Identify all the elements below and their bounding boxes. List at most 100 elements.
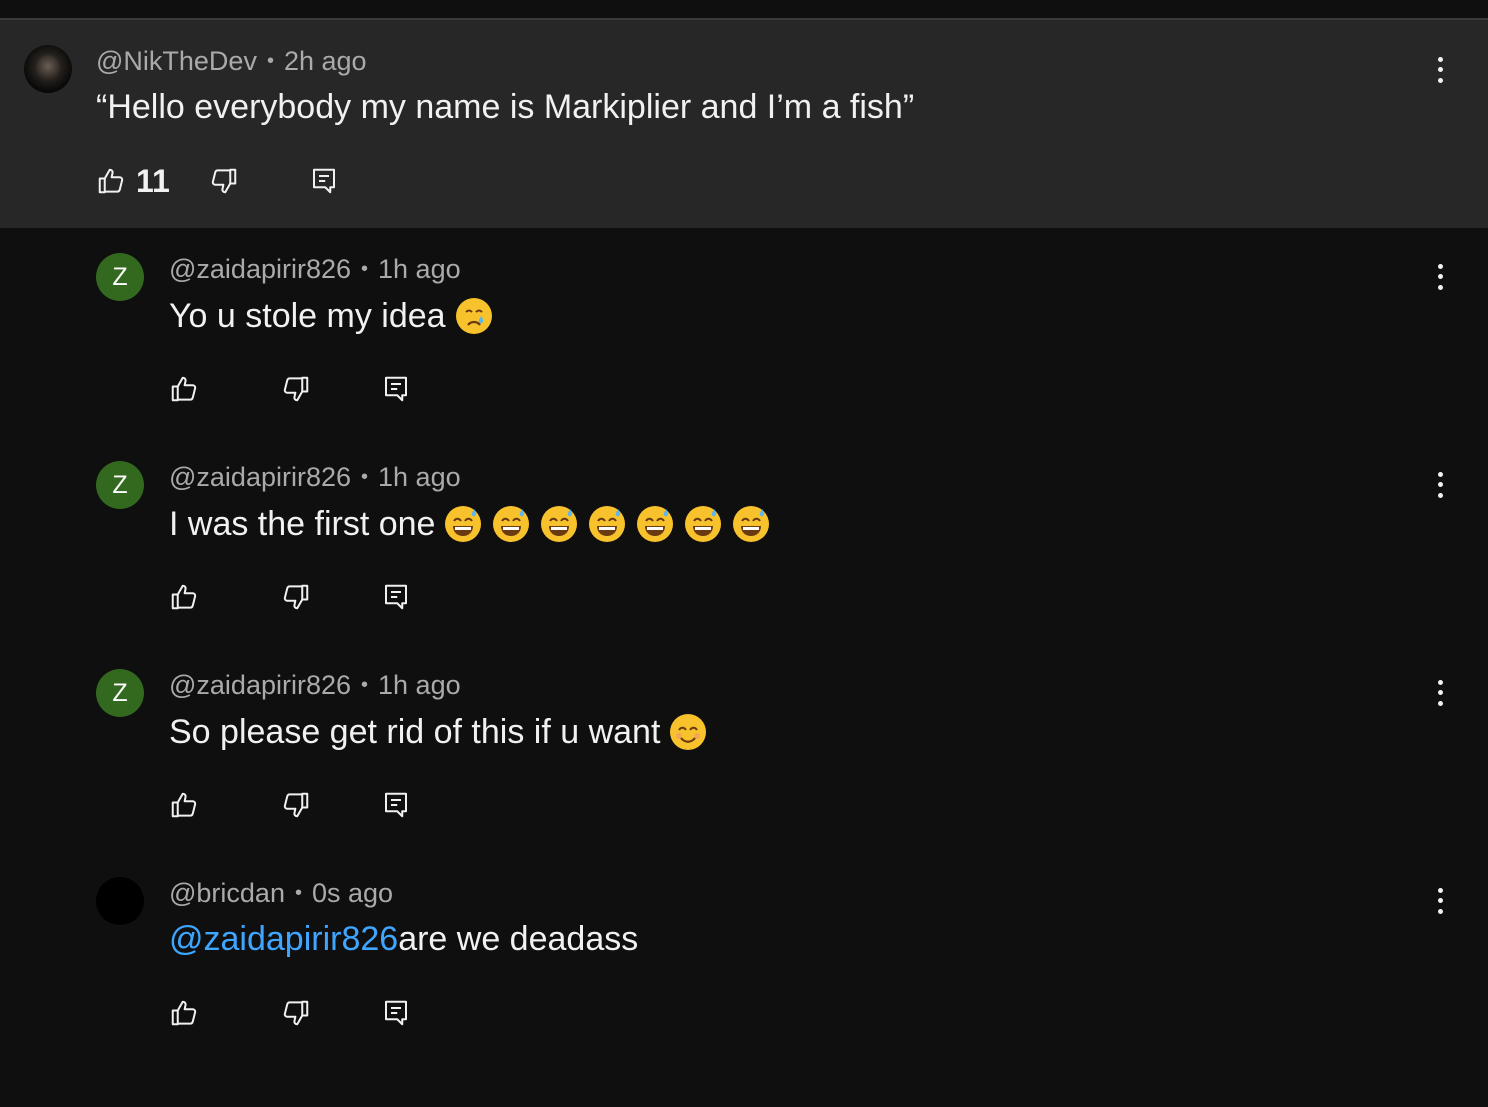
thumbs-up-icon	[171, 376, 197, 402]
like-button[interactable]	[95, 165, 127, 197]
comment-text: @zaidapirir826 are we deadass	[169, 920, 638, 959]
comment-time[interactable]: 1h ago	[378, 670, 461, 701]
dislike-button[interactable]	[280, 789, 312, 821]
dislike-button[interactable]	[208, 165, 240, 197]
more-vert-icon-dot	[1437, 274, 1443, 280]
comment-text: So please get rid of this if u want	[169, 712, 708, 752]
comment-author[interactable]: @NikTheDev	[96, 46, 257, 77]
more-vert-icon-dot	[1437, 482, 1443, 488]
more-vert-icon-dot	[1437, 263, 1443, 269]
thumbs-down-icon	[283, 584, 309, 610]
thumbs-up-icon	[171, 584, 197, 610]
reply-button[interactable]	[380, 581, 412, 613]
like-button[interactable]	[168, 373, 200, 405]
avatar[interactable]: Z	[96, 669, 144, 717]
comment-text-content: So please get rid of this if u want	[169, 712, 661, 751]
dislike-button[interactable]	[280, 373, 312, 405]
more-vert-icon-dot	[1437, 690, 1443, 696]
more-vert-icon-dot	[1437, 679, 1443, 685]
more-options-button[interactable]	[1432, 677, 1448, 709]
top-bar	[0, 0, 1488, 18]
avatar[interactable]: Z	[96, 461, 144, 509]
thumbs-up-icon	[171, 792, 197, 818]
reply-button[interactable]	[380, 789, 412, 821]
more-vert-icon-dot	[1437, 701, 1443, 707]
reply-button[interactable]	[308, 165, 340, 197]
like-button[interactable]	[168, 789, 200, 821]
meta-separator: •	[361, 466, 369, 488]
avatar[interactable]	[24, 45, 72, 93]
reply-icon	[385, 376, 407, 402]
meta-separator: •	[294, 882, 302, 904]
comment-author[interactable]: @zaidapirir826	[169, 462, 351, 493]
avatar[interactable]	[96, 877, 144, 925]
like-button[interactable]	[168, 997, 200, 1029]
more-vert-icon-dot	[1437, 898, 1443, 904]
dislike-button[interactable]	[280, 997, 312, 1029]
more-vert-icon-dot	[1437, 493, 1443, 499]
more-vert-icon-dot	[1437, 67, 1443, 73]
comment-text: I was the first one	[169, 504, 771, 544]
sweat-smile-emoji	[635, 504, 675, 544]
more-vert-icon-dot	[1437, 471, 1443, 477]
meta-separator: •	[266, 50, 274, 72]
comment-time[interactable]: 1h ago	[378, 462, 461, 493]
thumbs-down-icon	[283, 1000, 309, 1026]
like-button[interactable]	[168, 581, 200, 613]
comment-time[interactable]: 1h ago	[378, 254, 461, 285]
comment-time[interactable]: 0s ago	[312, 878, 393, 909]
avatar-photo	[36, 55, 60, 83]
comment-text-content: Yo u stole my idea	[169, 296, 446, 335]
comment-meta: @NikTheDev • 2h ago	[96, 46, 367, 77]
sweat-smile-emoji	[731, 504, 771, 544]
comment-meta: @zaidapirir826 • 1h ago	[169, 254, 461, 285]
avatar-letter: Z	[112, 678, 128, 707]
comment-thread: @NikTheDev • 2h ago “Hello everybody my …	[0, 0, 1488, 1107]
thumbs-down-icon	[283, 792, 309, 818]
comment-author[interactable]: @zaidapirir826	[169, 254, 351, 285]
reply-button[interactable]	[380, 997, 412, 1029]
more-vert-icon-dot	[1437, 78, 1443, 84]
thumbs-up-icon	[171, 1000, 197, 1026]
reply-icon	[313, 168, 335, 194]
meta-separator: •	[361, 258, 369, 280]
comment-text-content: “Hello everybody my name is Markiplier a…	[96, 88, 915, 126]
avatar-letter: Z	[112, 470, 128, 499]
sweat-smile-emoji	[443, 504, 483, 544]
more-vert-icon-dot	[1437, 909, 1443, 915]
smiling-face-emoji	[668, 712, 708, 752]
dislike-button[interactable]	[280, 581, 312, 613]
comment-text-content: are we deadass	[398, 920, 639, 958]
sweat-smile-emoji	[539, 504, 579, 544]
more-options-button[interactable]	[1432, 261, 1448, 293]
more-options-button[interactable]	[1432, 469, 1448, 501]
more-options-button[interactable]	[1432, 885, 1448, 917]
thumbs-down-icon	[283, 376, 309, 402]
reply-button[interactable]	[380, 373, 412, 405]
sweat-smile-emoji	[587, 504, 627, 544]
more-vert-icon-dot	[1437, 887, 1443, 893]
avatar[interactable]: Z	[96, 253, 144, 301]
reply-icon	[385, 1000, 407, 1026]
comment-meta: @zaidapirir826 • 1h ago	[169, 462, 461, 493]
comment-meta: @bricdan • 0s ago	[169, 878, 393, 909]
comment-text: “Hello everybody my name is Markiplier a…	[96, 88, 914, 127]
mention-link[interactable]: @zaidapirir826	[169, 920, 398, 959]
comment-author[interactable]: @bricdan	[169, 878, 285, 909]
comment-time[interactable]: 2h ago	[284, 46, 367, 77]
thumbs-up-icon	[98, 168, 124, 194]
comment-meta: @zaidapirir826 • 1h ago	[169, 670, 461, 701]
avatar-letter: Z	[112, 262, 128, 291]
comment-text: Yo u stole my idea	[169, 296, 494, 336]
comment-author[interactable]: @zaidapirir826	[169, 670, 351, 701]
thumbs-down-icon	[211, 168, 237, 194]
like-count: 11	[136, 163, 170, 199]
sweat-smile-emoji	[491, 504, 531, 544]
meta-separator: •	[361, 674, 369, 696]
sweat-smile-emoji	[683, 504, 723, 544]
reply-icon	[385, 584, 407, 610]
more-vert-icon-dot	[1437, 56, 1443, 62]
crying-face-emoji	[454, 296, 494, 336]
more-options-button[interactable]	[1432, 54, 1448, 86]
reply-icon	[385, 792, 407, 818]
